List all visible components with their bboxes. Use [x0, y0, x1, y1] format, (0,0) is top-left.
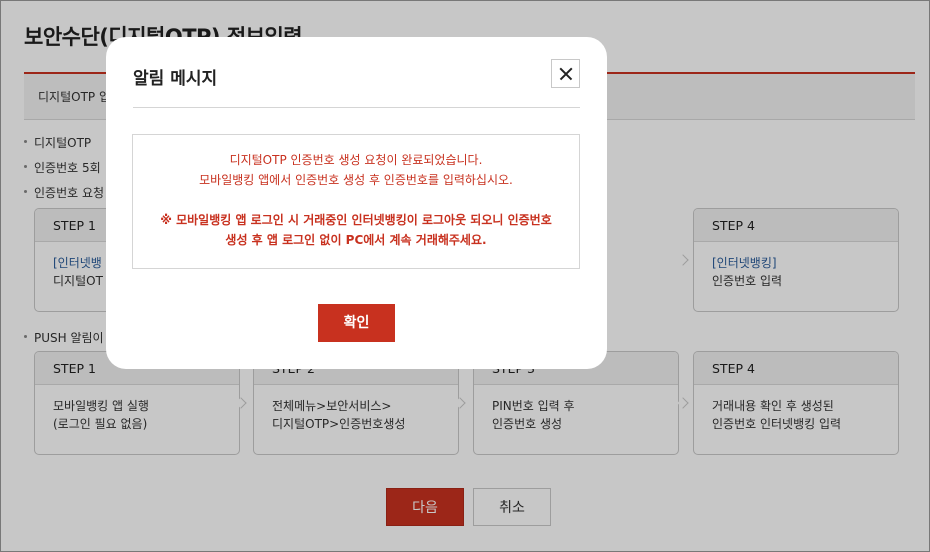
close-icon[interactable] — [551, 59, 580, 88]
confirm-button[interactable]: 확인 — [318, 304, 395, 342]
message-box: 디지털OTP 인증번호 생성 요청이 완료되었습니다. 모바일뱅킹 앱에서 인증… — [132, 134, 580, 269]
warning-text: 생성 후 앱 로그인 없이 PC에서 계속 거래해주세요. — [225, 233, 487, 247]
warning-text: ※ 모바일뱅킹 앱 로그인 시 거래중인 인터넷뱅킹이 로그아웃 되오니 인증번… — [160, 213, 552, 227]
alert-dialog: 알림 메시지 디지털OTP 인증번호 생성 요청이 완료되었습니다. 모바일뱅킹… — [106, 37, 607, 369]
message-text: 디지털OTP 인증번호 생성 요청이 완료되었습니다. — [229, 153, 483, 167]
dialog-divider — [133, 107, 580, 108]
dialog-title: 알림 메시지 — [133, 69, 218, 89]
message-text: 모바일뱅킹 앱에서 인증번호 생성 후 인증번호를 입력하십시오. — [199, 173, 513, 187]
